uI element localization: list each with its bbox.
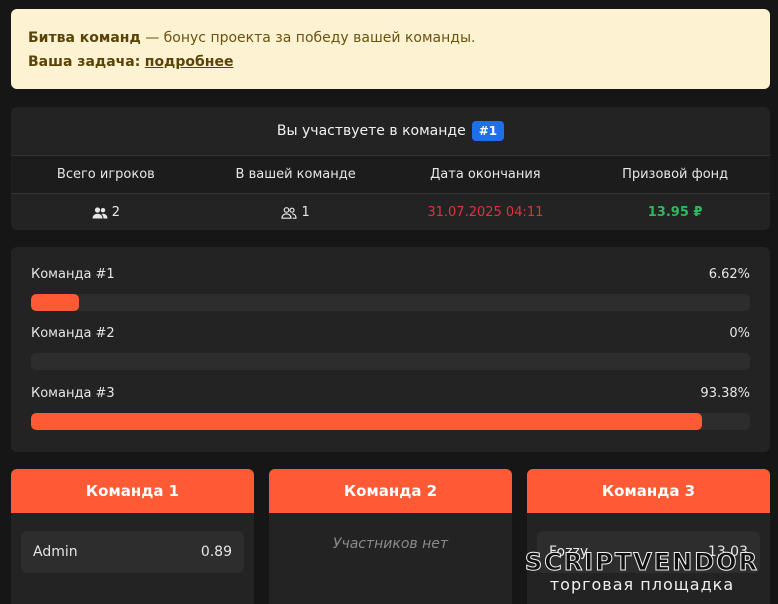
member-score: 0.89 [200, 544, 232, 560]
watermark-subtitle: торговая площадка [549, 575, 735, 594]
your-team-value: 1 [301, 205, 310, 220]
your-team-cell: 1 [201, 205, 391, 220]
progress-row-team-2: Команда #2 0% [31, 326, 750, 370]
info-title-text: Вы участвуете в команде [276, 123, 466, 139]
progress-label-row: Команда #2 0% [31, 326, 750, 346]
team-card-2: Команда 2 Участников нет [269, 469, 512, 604]
notice-line: Битва команд — бонус проекта за победу в… [28, 26, 753, 50]
empty-members-text: Участников нет [332, 536, 449, 552]
progress-percent: 0% [729, 326, 750, 341]
header-your-team: В вашей команде [235, 167, 356, 182]
progress-team-label: Команда #1 [31, 267, 115, 282]
users-outline-icon [281, 206, 298, 219]
notice-banner: Битва команд — бонус проекта за победу в… [11, 9, 770, 89]
member-name: Admin [33, 544, 78, 560]
member-row[interactable]: Admin 0.89 [21, 531, 244, 573]
progress-row-team-1: Команда #1 6.62% [31, 267, 750, 311]
header-end-date: Дата окончания [430, 167, 541, 182]
details-link[interactable]: подробнее [145, 54, 234, 70]
notice-task-line: Ваша задача: подробнее [28, 50, 753, 74]
header-total-players: Всего игроков [56, 167, 155, 182]
info-header-row: Всего игроков В вашей команде Дата оконч… [11, 155, 770, 194]
team-badge: #1 [471, 121, 505, 141]
progress-percent: 93.38% [700, 386, 750, 401]
team-card-1: Команда 1 Admin 0.89 [11, 469, 254, 604]
users-icon [92, 206, 108, 219]
team-progress-panel: Команда #1 6.62% Команда #2 0% Команда #… [11, 247, 770, 452]
progress-row-team-3: Команда #3 93.38% [31, 386, 750, 430]
info-values-row: 2 1 31.07.2025 04:11 13.95 ₽ [11, 194, 770, 230]
total-players-cell: 2 [11, 205, 201, 220]
header-prize: Призовой фонд [622, 167, 729, 182]
scriptvendor-watermark: SCRIPTVENDOR торговая площадка [512, 548, 772, 594]
info-title: Вы участвуете в команде #1 [11, 107, 770, 155]
team-card-title: Команда 2 [269, 469, 512, 513]
progress-track [31, 413, 750, 430]
notice-text: — бонус проекта за победу вашей команды. [140, 30, 476, 46]
notice-title: Битва команд [28, 30, 141, 46]
end-date-value: 31.07.2025 04:11 [427, 205, 544, 220]
team-info-panel: Вы участвуете в команде #1 Всего игроков… [11, 107, 770, 230]
progress-track [31, 294, 750, 311]
team-card-title: Команда 3 [527, 469, 770, 513]
progress-fill [31, 413, 703, 430]
progress-team-label: Команда #2 [31, 326, 115, 341]
watermark-title: SCRIPTVENDOR [524, 548, 760, 577]
total-players-value: 2 [111, 205, 121, 220]
prize-value: 13.95 ₽ [647, 205, 703, 220]
progress-percent: 6.62% [708, 267, 750, 282]
team-card-title: Команда 1 [11, 469, 254, 513]
progress-team-label: Команда #3 [31, 386, 115, 401]
task-label: Ваша задача: [28, 54, 141, 70]
progress-label-row: Команда #1 6.62% [31, 267, 750, 287]
progress-fill [31, 294, 79, 311]
progress-label-row: Команда #3 93.38% [31, 386, 750, 406]
progress-track [31, 353, 750, 370]
